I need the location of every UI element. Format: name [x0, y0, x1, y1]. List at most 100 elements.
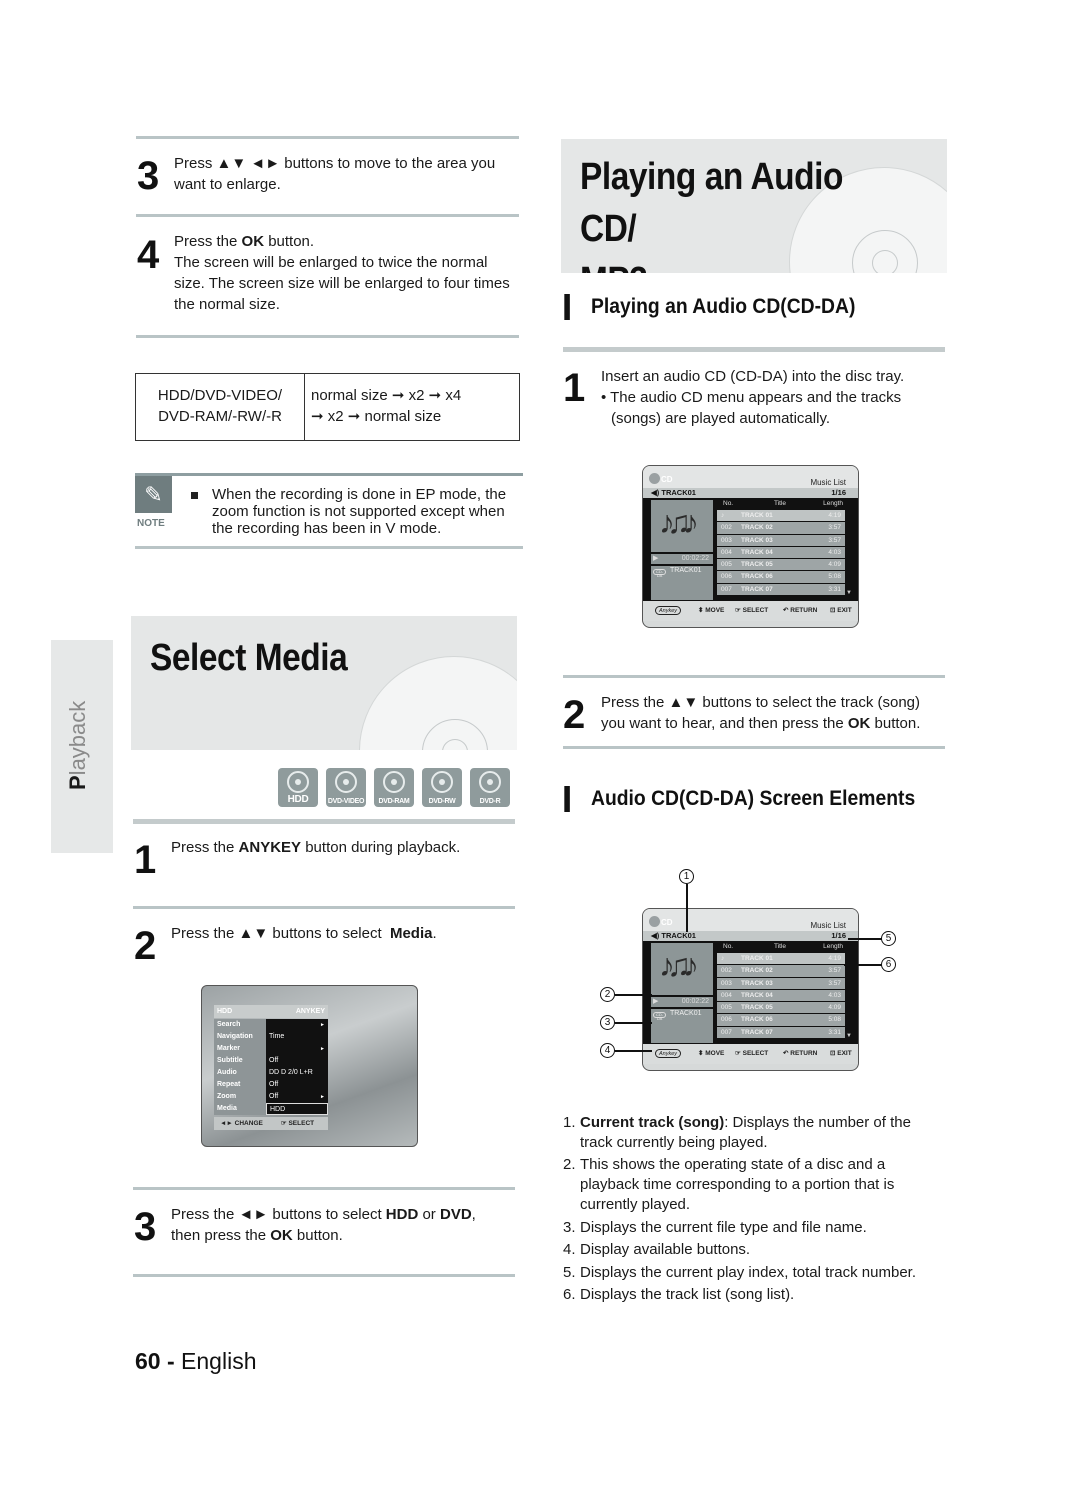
file-name: TRACK01: [670, 567, 702, 574]
track-length: 5:08: [828, 573, 841, 581]
track-length: 3:57: [828, 536, 841, 544]
track-row[interactable]: ♪ TRACK 01 4:19: [717, 510, 845, 523]
text: Press the ▲▼ buttons to select: [171, 925, 390, 942]
screen-title: Music List: [810, 921, 846, 930]
menu-key: Navigation: [214, 1031, 266, 1043]
track-length: 3:31: [828, 1028, 841, 1036]
column-header: No.: [723, 500, 734, 507]
text: P: [65, 775, 90, 790]
track-row[interactable]: 005 TRACK 05 4:09: [717, 1002, 845, 1015]
track-row[interactable]: 007 TRACK 07 3:31: [717, 583, 845, 597]
item-number: 5.: [563, 1263, 576, 1281]
step-text: Press the ▲▼ buttons to select the track…: [601, 692, 946, 734]
list-item: 6. Displays the track list (song list).: [563, 1285, 943, 1305]
section-tab-label: Playback: [65, 701, 91, 790]
callout-line: [844, 964, 882, 966]
move-hint: ⬍ MOVE: [698, 607, 725, 614]
column-header: Title: [774, 943, 787, 950]
media-label: HDD: [287, 794, 309, 805]
track-row[interactable]: 006 TRACK 06 5:08: [717, 571, 845, 584]
track-length: 3:57: [828, 967, 841, 975]
callout-line: [615, 1050, 652, 1052]
disc-glyph: [383, 771, 405, 793]
callout-6: 6: [881, 957, 896, 972]
disc-graphic: [359, 656, 517, 750]
column-header: Length: [823, 943, 843, 950]
step-number: 2: [134, 924, 157, 968]
menu-value: Off ►: [266, 1091, 328, 1103]
file-info: CD-DA TRACK01: [651, 566, 713, 600]
divider: [136, 335, 519, 338]
track-row[interactable]: 007 TRACK 07 3:31: [717, 1026, 845, 1040]
track-row[interactable]: 006 TRACK 06 5:08: [717, 1014, 845, 1027]
music-notes-artwork: ♪♫♪: [651, 500, 713, 552]
divider: [133, 1274, 515, 1277]
track-title: TRACK 02: [741, 967, 773, 975]
callout-line: [615, 994, 652, 996]
divider: [136, 214, 519, 217]
text-bold: DVD: [439, 1206, 472, 1223]
exit-hint: ⊡ EXIT: [830, 1050, 852, 1057]
text: Press the: [174, 233, 242, 250]
zoom-table-media: HDD/DVD-VIDEO/ DVD-RAM/-RW/-R: [136, 374, 305, 440]
select-hint: ☞ SELECT: [280, 1120, 315, 1127]
file-name: TRACK01: [670, 1010, 702, 1017]
divider: [133, 819, 515, 824]
dvd-r-icon: DVD-R: [470, 768, 510, 807]
item-number: 1.: [563, 1114, 576, 1131]
button-hints: Anykey ⬍ MOVE ☞ SELECT ↶ RETURN ⊡ EXIT: [643, 1044, 858, 1064]
current-track-bar: ◀) TRACK01 1/16: [643, 488, 858, 498]
text: Press the: [171, 839, 239, 856]
menu-key: Repeat: [214, 1079, 266, 1091]
menu-row: Zoom Off ►: [214, 1091, 328, 1103]
title-panel-select-media: Select Media: [131, 616, 517, 750]
anykey-header: HDD ANYKEY: [214, 1005, 328, 1018]
cd-icon: [649, 916, 660, 927]
callout-line: [848, 938, 882, 940]
hdd-icon: HDD: [278, 768, 318, 807]
table-cell: HDD/DVD-VIDEO/: [157, 387, 283, 404]
step-text: Press the ANYKEY button during playback.: [171, 837, 516, 858]
track-index: 1/16: [831, 931, 846, 940]
menu-row-selected: Media HDD: [214, 1103, 328, 1115]
change-hint: ◄► CHANGE: [220, 1120, 263, 1127]
track-list[interactable]: ♪ TRACK 01 4:19 002 TRACK 02 3:57 003 TRACK 0…: [717, 953, 845, 1040]
menu-value: HDD: [266, 1103, 328, 1115]
track-row[interactable]: ♪ TRACK 01 4:19: [717, 953, 845, 966]
disc-label: CD: [661, 475, 673, 484]
text: Insert an audio CD (CD-DA) into the disc…: [601, 368, 905, 385]
track-length: 4:09: [828, 561, 841, 569]
divider: [133, 906, 515, 909]
menu-row: Marker ►: [214, 1043, 328, 1055]
screen-body: ♪♫♪ ▶ 00:02:22 CD-DA TRACK01 No. Title Len…: [643, 498, 858, 601]
table-cell: normal size ➞ x2 ➞ x4: [311, 387, 462, 404]
callout-4: 4: [600, 1043, 615, 1058]
track-title: TRACK 01: [741, 512, 773, 519]
menu-value: Off: [266, 1079, 328, 1091]
item-number: 2.: [563, 1156, 576, 1174]
play-icon: ▶: [653, 998, 659, 1005]
track-row[interactable]: 002 TRACK 02 3:57: [717, 965, 845, 978]
track-row[interactable]: 003 TRACK 03 3:57: [717, 977, 845, 990]
track-row[interactable]: 004 TRACK 04 4:03: [717, 989, 845, 1003]
language-label: English: [181, 1348, 257, 1374]
track-list[interactable]: ♪ TRACK 01 4:19 002 TRACK 02 3:57 003 TRACK 0…: [717, 510, 845, 597]
text: layback: [65, 700, 90, 776]
step-text: Press the ◄► buttons to select HDD or DV…: [171, 1204, 516, 1246]
scroll-down-icon[interactable]: ▼: [846, 1033, 852, 1039]
track-length: 4:19: [828, 955, 841, 962]
track-row[interactable]: 003 TRACK 03 3:57: [717, 534, 845, 547]
step-text: Press the OK button. The screen will be …: [174, 231, 519, 315]
track-row[interactable]: 002 TRACK 02 3:57: [717, 522, 845, 535]
text: or: [418, 1206, 440, 1223]
track-no: 007: [721, 1028, 732, 1036]
scroll-down-icon[interactable]: ▼: [846, 590, 852, 596]
track-row[interactable]: 005 TRACK 05 4:09: [717, 559, 845, 572]
music-note-icon: ♪♫♪: [659, 947, 699, 983]
track-row[interactable]: 004 TRACK 04 4:03: [717, 546, 845, 560]
music-note-icon: ♪♫♪: [659, 504, 699, 540]
move-hint: ⬍ MOVE: [698, 1050, 725, 1057]
music-list-screen-annotated: CD Music List ◀) TRACK01 1/16 ♪♫♪ ▶ 00:02…: [642, 908, 859, 1071]
track-length: 3:57: [828, 524, 841, 532]
callout-2: 2: [600, 987, 615, 1002]
